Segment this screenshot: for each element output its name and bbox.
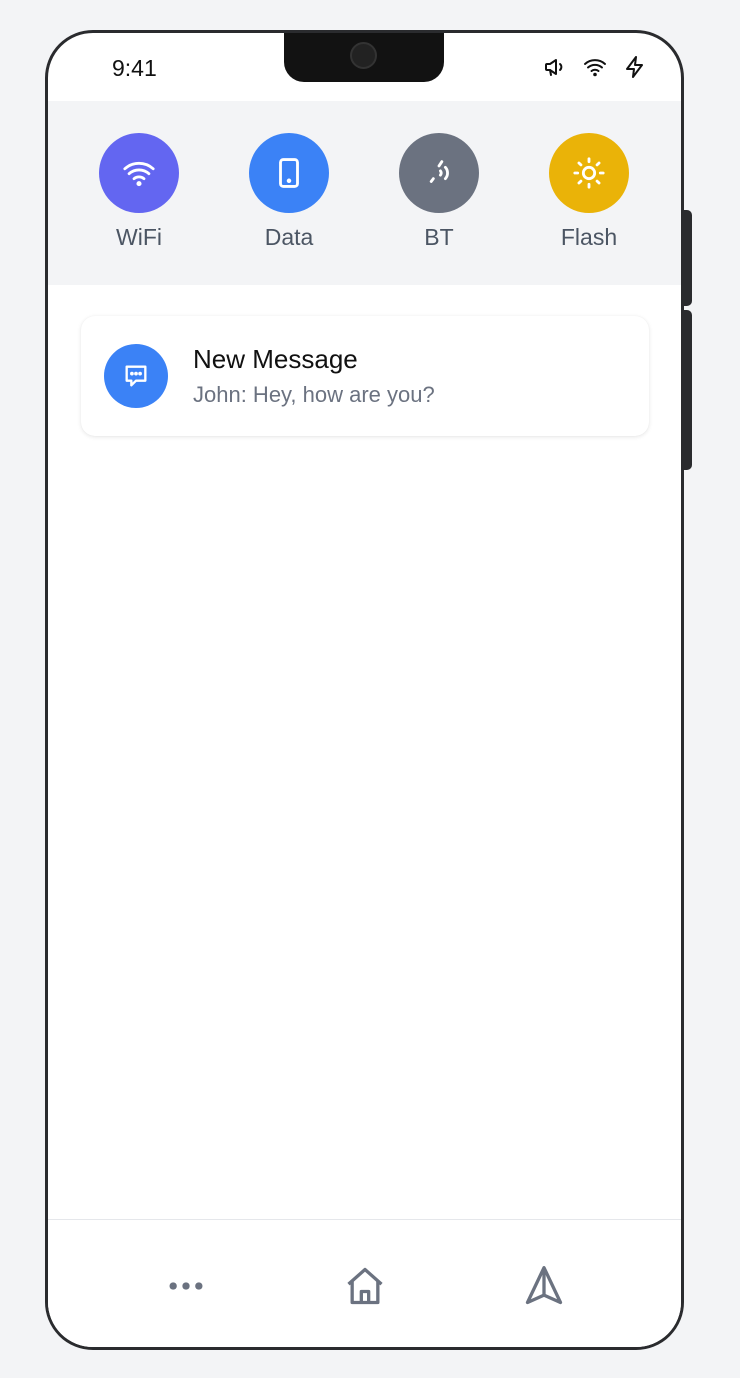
- toggle-data-circle[interactable]: [249, 133, 329, 213]
- home-button[interactable]: [339, 1260, 391, 1312]
- quick-settings-panel: WiFi Data BT Flash: [48, 101, 681, 285]
- toggle-bt[interactable]: BT: [379, 133, 499, 251]
- toggle-data-label: Data: [264, 224, 314, 250]
- status-time: 9:41: [112, 55, 157, 81]
- bolt-icon: [623, 55, 647, 79]
- sun-icon: [573, 157, 605, 189]
- toggle-wifi-circle[interactable]: [99, 133, 179, 213]
- notification-body: John: Hey, how are you?: [193, 382, 435, 407]
- wifi-icon: [583, 55, 607, 79]
- toggle-wifi-label: WiFi: [116, 224, 162, 250]
- notch: [284, 33, 444, 82]
- wifi-icon: [123, 161, 155, 187]
- toggle-flash-circle[interactable]: [549, 133, 629, 213]
- notification-card[interactable]: New Message John: Hey, how are you?: [81, 316, 649, 436]
- megaphone-icon: [543, 55, 567, 79]
- toggle-flash-label: Flash: [560, 224, 618, 250]
- toggle-flash[interactable]: Flash: [529, 133, 649, 251]
- bottom-navigation: [48, 1219, 681, 1347]
- home-icon: [347, 1267, 383, 1305]
- toggle-data[interactable]: Data: [229, 133, 349, 251]
- navigate-icon: [525, 1266, 563, 1305]
- camera-icon: [350, 42, 377, 69]
- chat-bubble-icon: [125, 365, 147, 387]
- toggle-bt-circle[interactable]: [399, 133, 479, 213]
- bluetooth-icon: [429, 160, 449, 183]
- toggle-bt-label: BT: [424, 224, 454, 250]
- phone-icon: [279, 158, 299, 188]
- navigate-button[interactable]: [518, 1260, 570, 1312]
- side-button-lower[interactable]: [683, 310, 692, 470]
- toggle-wifi[interactable]: WiFi: [79, 133, 199, 251]
- more-button[interactable]: [160, 1260, 212, 1312]
- status-icons: [543, 55, 647, 79]
- more-icon: [169, 1282, 203, 1290]
- side-button-upper[interactable]: [683, 210, 692, 306]
- phone-frame: 9:41 WiFi Data BT Flash New Message John…: [45, 30, 684, 1350]
- notification-title: New Message: [193, 344, 358, 374]
- notification-avatar: [104, 344, 168, 408]
